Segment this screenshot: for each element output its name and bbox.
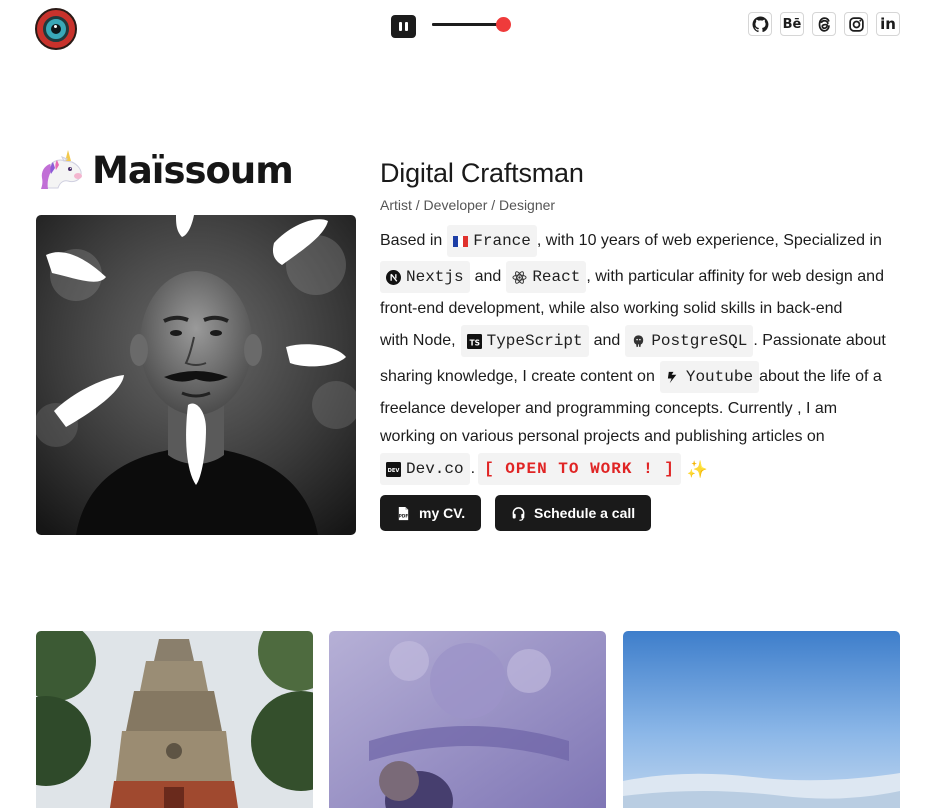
- bio-text: working on various personal projects and…: [380, 428, 825, 445]
- page-title: Digital Craftsman: [380, 158, 584, 188]
- eye-logo-icon[interactable]: [35, 8, 77, 50]
- sky-photo[interactable]: [623, 631, 900, 808]
- bio-text: .: [470, 460, 476, 477]
- postgresql-icon: [634, 334, 644, 347]
- react-icon: [512, 270, 527, 284]
- instagram-link[interactable]: [844, 12, 868, 36]
- chip-country: France: [447, 225, 537, 257]
- brand-name: Maïssoum: [92, 148, 294, 192]
- subtitle: Artist / Developer / Designer: [380, 197, 556, 213]
- bio-text: Based in: [380, 232, 443, 249]
- sparkles-icon: ✨: [686, 459, 709, 479]
- chip-react: React: [506, 261, 587, 293]
- stone-carving-photo[interactable]: [329, 631, 606, 808]
- github-link[interactable]: [748, 12, 772, 36]
- threads-link[interactable]: [812, 12, 836, 36]
- pdf-file-icon: PDF: [399, 506, 409, 520]
- svg-text:PDF: PDF: [399, 513, 409, 518]
- schedule-call-button[interactable]: Schedule a call: [495, 495, 652, 531]
- behance-link[interactable]: Bē: [780, 12, 804, 36]
- unicorn-icon: [41, 150, 82, 189]
- volume-slider[interactable]: [432, 17, 512, 33]
- temple-photo[interactable]: [36, 631, 313, 808]
- bio-text: with Node,: [380, 332, 456, 349]
- bio-text: , with 10 years of web experience, Speci…: [536, 232, 882, 249]
- nextjs-icon: [386, 269, 401, 285]
- bio-text: , with particular affinity for web desig…: [586, 268, 884, 285]
- chip-postgresql: PostgreSQL: [625, 325, 754, 357]
- france-flag-icon: [453, 235, 469, 247]
- chip-youtube: Youtube: [659, 361, 760, 393]
- bio-text: sharing knowledge, I create content on: [380, 368, 655, 385]
- linkedin-link[interactable]: in: [876, 12, 900, 36]
- cv-button[interactable]: PDF my CV.: [380, 495, 482, 531]
- chip-devco[interactable]: DEV Dev.co: [380, 453, 470, 485]
- svg-text:DEV: DEV: [388, 467, 400, 473]
- typescript-icon: TS: [466, 333, 482, 349]
- dev-icon: DEV: [386, 461, 401, 477]
- bio-text: and: [593, 332, 621, 349]
- linkedin-icon: in: [880, 15, 896, 33]
- portrait-photo: [36, 215, 356, 535]
- headset-icon: [512, 506, 525, 521]
- bio-text: and: [474, 268, 502, 285]
- behance-icon: Bē: [782, 16, 802, 32]
- instagram-icon: [848, 16, 864, 32]
- bio-text: . Passionate about: [753, 332, 886, 349]
- youtube-icon: [667, 371, 677, 383]
- pause-icon: [399, 22, 402, 31]
- chip-nextjs: Nextjs: [380, 261, 470, 293]
- bio-text: front-end development, while also workin…: [380, 300, 843, 317]
- bio-text: freelance developer and programming conc…: [380, 400, 838, 417]
- bio-text: about the life of a: [759, 368, 882, 385]
- brand: Maïssoum: [38, 148, 294, 192]
- social-links: Bē in: [748, 12, 900, 36]
- github-icon: [752, 16, 768, 32]
- threads-icon: [818, 16, 830, 32]
- open-to-work-badge: [ OPEN TO WORK ! ]: [478, 453, 681, 485]
- chip-typescript: TS TypeScript: [460, 325, 589, 357]
- pause-button[interactable]: [391, 15, 416, 38]
- slider-thumb[interactable]: [496, 17, 511, 32]
- svg-text:TS: TS: [469, 338, 480, 347]
